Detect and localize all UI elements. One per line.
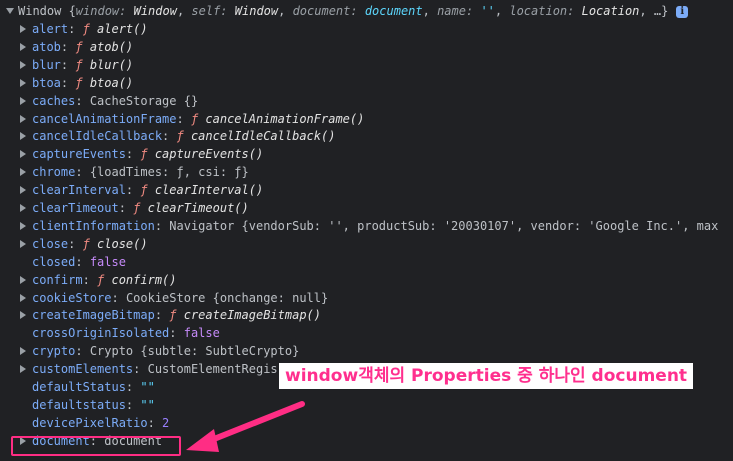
annotation-label: window객체의 Properties 중 하나인 document (279, 363, 694, 389)
annotation-arrow-icon (186, 401, 305, 452)
devtools-console: Window {window: Window, self: Window, do… (0, 0, 733, 461)
